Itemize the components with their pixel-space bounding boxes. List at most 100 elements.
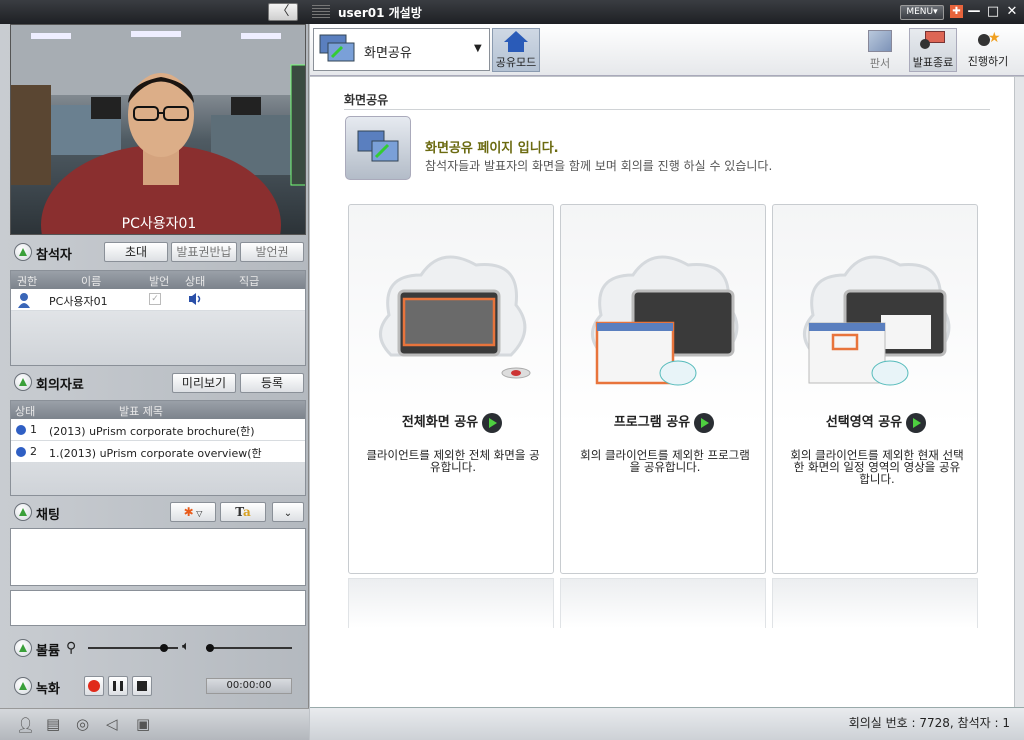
section-divider (344, 109, 990, 110)
recording-header: 녹화 00:00:00 (10, 674, 306, 698)
material-number: 2 (30, 445, 37, 458)
emoticon-button[interactable]: ✱ ▽ (170, 502, 216, 522)
play-icon[interactable] (482, 412, 503, 433)
screen-share-large-icon (345, 116, 411, 180)
pause-button[interactable] (108, 676, 128, 696)
card-title-text: 프로그램 공유 (613, 415, 691, 430)
mode-select-value: 화면공유 (364, 46, 412, 61)
maximize-button[interactable]: □ (985, 3, 1001, 21)
end-presentation-button[interactable]: 발표종료 (909, 28, 957, 72)
col-title: 발표 제목 (119, 405, 163, 418)
participants-view-icon[interactable]: 👤︎ (16, 716, 35, 734)
menu-button[interactable]: MENU▾ (900, 5, 944, 20)
title-bar (0, 0, 1024, 24)
collapse-volume-icon[interactable] (14, 639, 32, 657)
presenter-icon (920, 31, 946, 53)
participants-list: 권한 이름 발언 상태 직급 PC사용자01 ✓ (10, 270, 306, 366)
chat-view-icon[interactable]: ◎ (76, 715, 89, 733)
speaker-volume-icon: 🔈︎ (182, 639, 190, 654)
speak-checkbox[interactable]: ✓ (149, 293, 161, 305)
materials-header: 회의자료 미리보기 등록 (10, 370, 306, 394)
material-number: 1 (30, 423, 37, 436)
chat-header: 채팅 ✱ ▽ Ta ⌄ (10, 500, 306, 524)
emoticon-icon: ✱ (183, 505, 194, 519)
speaker-volume-track[interactable] (206, 647, 292, 649)
material-title: (2013) uPrism corporate brochure(한) (49, 425, 255, 438)
chat-messages[interactable] (10, 528, 306, 586)
chat-title: 채팅 (36, 508, 60, 523)
stop-icon (137, 681, 147, 691)
card-description: 회의 클라이언트를 제외한 현재 선택한 화면의 일정 영역의 영상을 공유 합… (790, 448, 964, 486)
volume-title: 볼륨 (36, 644, 60, 659)
font-style-button[interactable]: Ta (220, 502, 266, 522)
whiteboard-label: 판서 (869, 57, 891, 70)
record-view-icon[interactable]: ▣ (136, 715, 150, 733)
card-title: 전체화면 공유 (349, 411, 555, 433)
status-dot-icon (16, 447, 26, 457)
home-icon (504, 31, 528, 53)
host-button[interactable]: ★ 진행하기 (962, 28, 1014, 72)
recording-title: 녹화 (36, 682, 60, 697)
right-scroll-area[interactable] (1014, 77, 1024, 707)
collapse-participants-icon[interactable] (14, 243, 32, 261)
drag-grip-icon[interactable] (312, 5, 330, 19)
material-title: 1.(2013) uPrism corporate overview(한 (49, 447, 262, 460)
document-view-icon[interactable]: ▤ (46, 715, 60, 733)
window-title: user01 개설방 (338, 6, 422, 20)
page-heading: 화면공유 페이지 입니다. (425, 141, 559, 156)
card-description: 회의 클라이언트를 제외한 프로그램을 공유합니다. (580, 448, 750, 474)
collapse-chat-icon[interactable] (14, 503, 32, 521)
speaker-volume-knob[interactable] (206, 644, 215, 652)
recording-timer: 00:00:00 (206, 678, 292, 694)
card-title: 선택영역 공유 (773, 411, 979, 433)
volume-header: 볼륨 ⚲ 🔈︎ (10, 636, 306, 660)
col-speak: 발언 (149, 275, 170, 288)
card-region-share[interactable]: 선택영역 공유 회의 클라이언트를 제외한 현재 선택한 화면의 일정 영역의 … (772, 204, 978, 574)
record-button[interactable] (84, 676, 104, 696)
mode-select[interactable]: 화면공유 ▼ (313, 28, 490, 71)
font-icon: Ta (235, 505, 251, 519)
chevron-down-icon: ▽ (193, 509, 203, 518)
col-permission: 권한 (17, 275, 38, 288)
close-button[interactable]: ✕ (1004, 3, 1020, 21)
whiteboard-icon (868, 30, 892, 52)
dropdown-arrow-icon: ▼ (474, 43, 482, 54)
minimize-button[interactable]: — (966, 3, 982, 21)
preview-button[interactable]: 미리보기 (172, 373, 236, 393)
card-program-share[interactable]: 프로그램 공유 회의 클라이언트를 제외한 프로그램을 공유합니다. (560, 204, 766, 574)
collapse-panel-button[interactable]: 〈 (268, 3, 298, 21)
card-title-text: 전체화면 공유 (401, 415, 479, 430)
whiteboard-button[interactable]: 판서 (858, 28, 902, 72)
help-icon[interactable]: ✚ (950, 5, 963, 18)
return-presenter-button[interactable]: 발표권반납 (171, 242, 237, 262)
card-title: 프로그램 공유 (561, 411, 767, 433)
page-subheading: 참석자들과 발표자의 화면을 함께 보며 회의를 진행 하실 수 있습니다. (425, 159, 773, 173)
material-row[interactable]: 2 1.(2013) uPrism corporate overview(한 (11, 441, 305, 463)
collapse-recording-icon[interactable] (14, 677, 32, 695)
invite-button[interactable]: 초대 (104, 242, 168, 262)
play-icon[interactable] (906, 412, 927, 433)
card-fullscreen-share[interactable]: 전체화면 공유 클라이언트를 제외한 전체 화면을 공유합니다. (348, 204, 554, 574)
left-bottom-bar: 👤︎ ▤ ◎ ◁ ▣ (0, 708, 309, 740)
mic-volume-knob[interactable] (159, 644, 168, 652)
speak-right-button[interactable]: 발언권 (240, 242, 304, 262)
play-icon[interactable] (694, 412, 715, 433)
participants-grid-header: 권한 이름 발언 상태 직급 (11, 271, 305, 289)
stop-button[interactable] (132, 676, 152, 696)
share-mode-label: 공유모드 (495, 56, 537, 69)
material-row[interactable]: 1 (2013) uPrism corporate brochure(한) (11, 419, 305, 441)
share-mode-button[interactable]: 공유모드 (492, 28, 540, 72)
participant-name: PC사용자01 (49, 295, 108, 308)
status-bar: 회의실 번호 : 7728, 참석자 : 1 (310, 707, 1024, 740)
participant-row[interactable]: PC사용자01 ✓ (11, 289, 305, 311)
register-button[interactable]: 등록 (240, 373, 304, 393)
status-dot-icon (16, 425, 26, 435)
audio-view-icon[interactable]: ◁ (106, 715, 118, 733)
participants-title: 참석자 (36, 248, 72, 263)
col-state: 상태 (15, 405, 36, 418)
chat-input[interactable] (10, 590, 306, 626)
chat-options-button[interactable]: ⌄ (272, 502, 304, 522)
card-reflection (772, 578, 978, 628)
col-rank: 직급 (239, 275, 260, 288)
collapse-materials-icon[interactable] (14, 373, 32, 391)
